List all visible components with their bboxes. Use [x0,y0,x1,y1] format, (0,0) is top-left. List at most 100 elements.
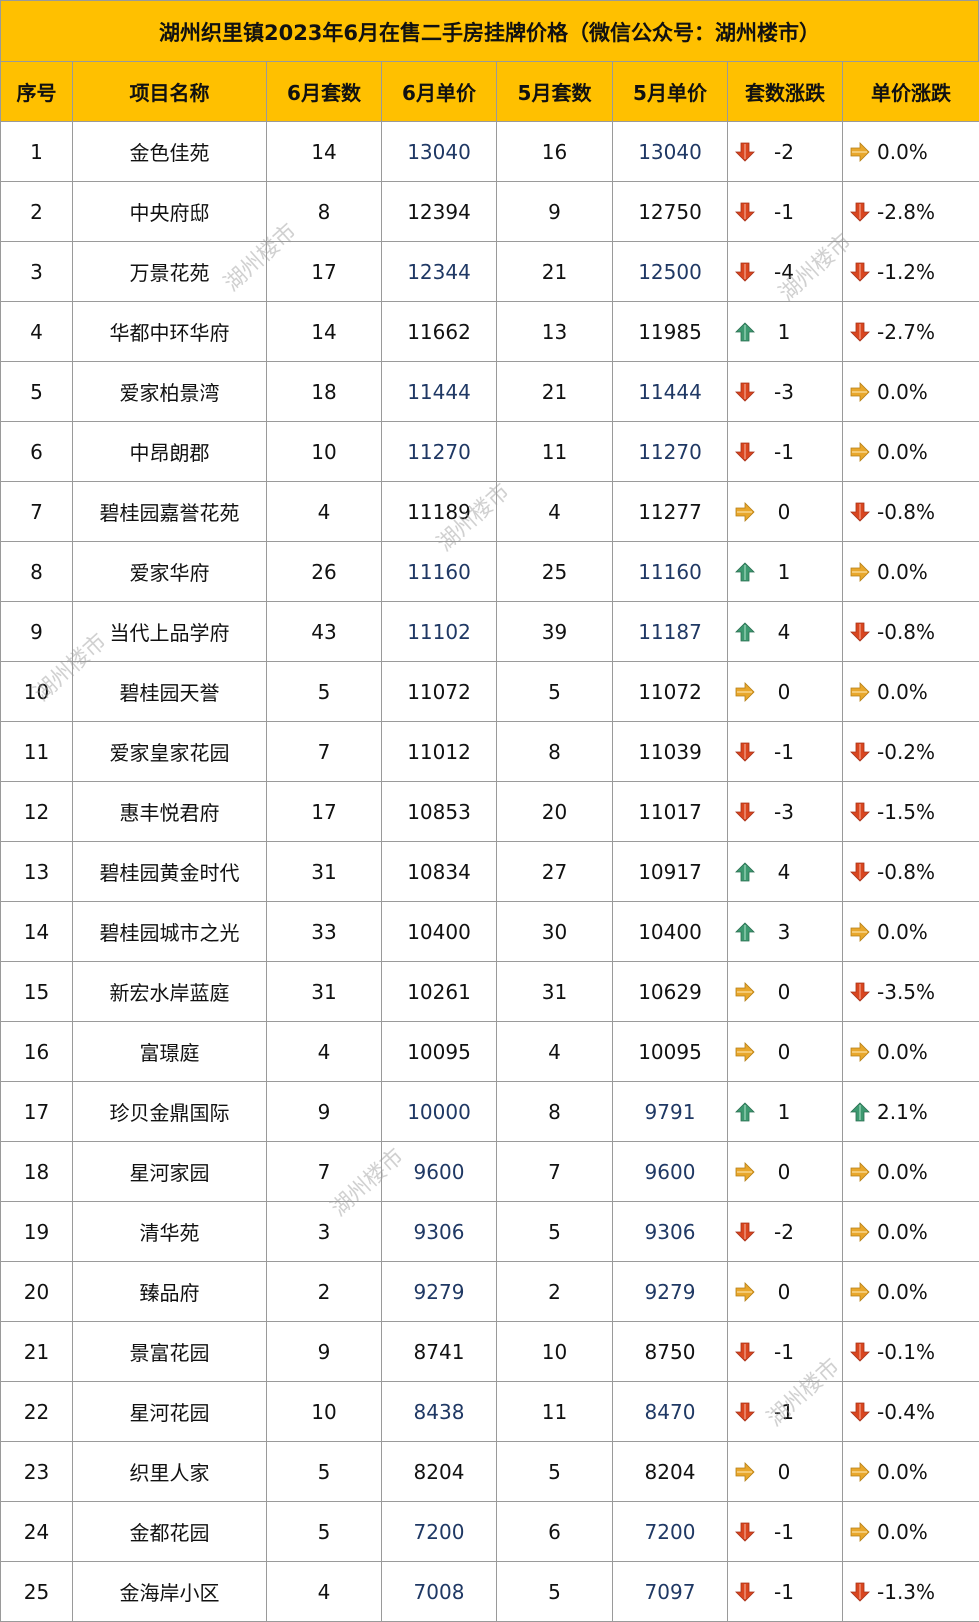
arrow-down-icon [734,381,756,403]
price-change-value: -2.7% [877,320,935,344]
may-count: 2 [497,1262,613,1322]
june-count: 3 [267,1202,382,1262]
june-count: 17 [267,242,382,302]
table-row: 7碧桂园嘉誉花苑4111894112770-0.8% [1,482,979,542]
table-row: 23织里人家582045820400.0% [1,1442,979,1502]
june-count: 4 [267,1562,382,1622]
project-name: 金色佳苑 [73,122,267,182]
price-change-value: -1.5% [877,800,935,824]
price-change: -2.8% [843,182,979,242]
count-change-value: -1 [756,200,812,224]
arrow-right-icon [849,681,871,703]
row-index: 23 [1,1442,73,1502]
price-change-value: 0.0% [877,920,928,944]
arrow-up-icon [734,861,756,883]
count-change: -4 [728,242,843,302]
june-price: 11102 [382,602,497,662]
price-change: -1.5% [843,782,979,842]
project-name: 星河花园 [73,1382,267,1442]
price-change-value: -0.2% [877,740,935,764]
arrow-down-icon [734,201,756,223]
header-project-name: 项目名称 [73,62,267,122]
count-change: -2 [728,122,843,182]
may-count: 4 [497,482,613,542]
arrow-right-icon [849,1221,871,1243]
may-price: 11985 [613,302,728,362]
table-row: 21景富花园98741108750-1-0.1% [1,1322,979,1382]
june-price: 11189 [382,482,497,542]
price-change: 0.0% [843,902,979,962]
price-change-value: 2.1% [877,1100,928,1124]
may-price: 8750 [613,1322,728,1382]
arrow-right-icon [849,141,871,163]
arrow-up-icon [734,621,756,643]
may-price: 11072 [613,662,728,722]
count-change: 1 [728,1082,843,1142]
table-row: 9当代上品学府431110239111874-0.8% [1,602,979,662]
june-price: 12344 [382,242,497,302]
row-index: 22 [1,1382,73,1442]
may-count: 4 [497,1022,613,1082]
june-count: 4 [267,1022,382,1082]
may-price: 12750 [613,182,728,242]
arrow-down-icon [734,1401,756,1423]
count-change: -1 [728,1562,843,1622]
price-change-value: -3.5% [877,980,935,1004]
arrow-down-icon [734,801,756,823]
arrow-right-icon [849,1041,871,1063]
may-count: 8 [497,1082,613,1142]
table-row: 5爱家柏景湾18114442111444-30.0% [1,362,979,422]
price-change-value: -2.8% [877,200,935,224]
count-change-value: 0 [756,1040,812,1064]
june-count: 7 [267,1142,382,1202]
table-row: 1金色佳苑14130401613040-20.0% [1,122,979,182]
june-price: 7200 [382,1502,497,1562]
table-body: 1金色佳苑14130401613040-20.0%2中央府邸8123949127… [1,122,979,1622]
may-count: 27 [497,842,613,902]
arrow-down-icon [734,1221,756,1243]
price-change: 0.0% [843,362,979,422]
arrow-up-icon [734,321,756,343]
header-june-price: 6月单价 [382,62,497,122]
may-price: 10095 [613,1022,728,1082]
june-count: 31 [267,962,382,1022]
june-price: 11662 [382,302,497,362]
price-change: -1.3% [843,1562,979,1622]
may-price: 11017 [613,782,728,842]
june-count: 10 [267,422,382,482]
count-change: -1 [728,1322,843,1382]
june-count: 9 [267,1082,382,1142]
count-change: -3 [728,782,843,842]
price-change: -3.5% [843,962,979,1022]
arrow-up-icon [734,1101,756,1123]
count-change-value: -1 [756,1520,812,1544]
arrow-right-icon [734,1281,756,1303]
arrow-right-icon [734,1161,756,1183]
arrow-up-icon [849,1101,871,1123]
may-price: 11039 [613,722,728,782]
row-index: 18 [1,1142,73,1202]
table-row: 11爱家皇家花园711012811039-1-0.2% [1,722,979,782]
row-index: 1 [1,122,73,182]
project-name: 新宏水岸蓝庭 [73,962,267,1022]
arrow-down-icon [734,741,756,763]
count-change: -1 [728,722,843,782]
project-name: 清华苑 [73,1202,267,1262]
count-change: 1 [728,302,843,362]
may-count: 11 [497,422,613,482]
price-change: -1.2% [843,242,979,302]
row-index: 10 [1,662,73,722]
arrow-right-icon [849,381,871,403]
count-change-value: -1 [756,1400,812,1424]
june-price: 11270 [382,422,497,482]
row-index: 13 [1,842,73,902]
price-change: -0.2% [843,722,979,782]
june-count: 14 [267,122,382,182]
june-count: 4 [267,482,382,542]
price-change: 2.1% [843,1082,979,1142]
price-change: -2.7% [843,302,979,362]
row-index: 5 [1,362,73,422]
count-change: 3 [728,902,843,962]
table-row: 2中央府邸812394912750-1-2.8% [1,182,979,242]
may-price: 11444 [613,362,728,422]
